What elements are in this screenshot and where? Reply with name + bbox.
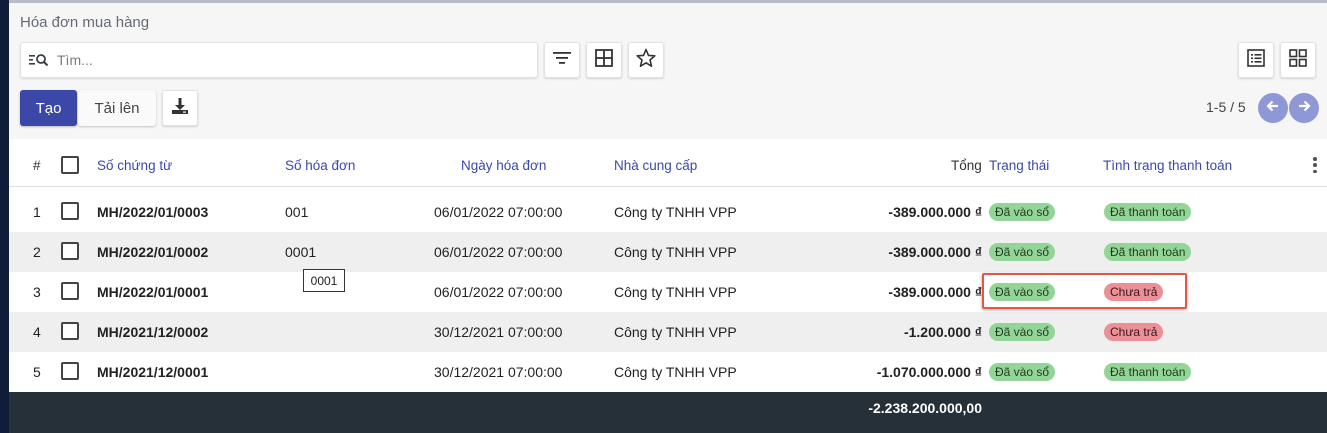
- table-footer: -2.238.200.000,00: [9, 392, 1327, 433]
- footer-total: -2.238.200.000,00: [868, 400, 982, 416]
- status-badge: Đã vào sổ: [989, 203, 1056, 221]
- column-options-icon[interactable]: [1313, 157, 1317, 173]
- invoice-date: 30/12/2021 07:00:00: [434, 324, 563, 340]
- table-header: # Số chứng từ Số hóa đơn Ngày hóa đơn Nh…: [9, 139, 1327, 187]
- kanban-view-button[interactable]: [1280, 42, 1316, 78]
- header-index: #: [33, 158, 41, 173]
- pager-previous-button[interactable]: [1258, 93, 1288, 123]
- header-doc-no[interactable]: Số chứng từ: [97, 158, 172, 173]
- download-icon: [171, 97, 189, 120]
- row-index: 3: [33, 284, 41, 300]
- filter-icon: [553, 51, 571, 70]
- supplier: Công ty TNHH VPP: [614, 204, 737, 220]
- total-amount: -1.200.000 ₫: [903, 324, 982, 340]
- invoice-no: 001: [285, 204, 309, 220]
- filter-button[interactable]: [544, 42, 580, 78]
- total-amount: -389.000.000 ₫: [888, 244, 982, 260]
- purchase-invoice-page: Hóa đơn mua hàng Tìm... Tạo Tải lên 1-5 …: [9, 0, 1327, 433]
- upload-button[interactable]: Tải lên: [78, 90, 156, 126]
- doc-no: MH/2022/01/0002: [97, 244, 209, 260]
- header-supplier[interactable]: Nhà cung cấp: [614, 158, 697, 173]
- header-invoice-no[interactable]: Số hóa đơn: [285, 158, 355, 173]
- row-index: 4: [33, 324, 41, 340]
- search-icon: [21, 52, 57, 68]
- invoice-date: 06/01/2022 07:00:00: [434, 284, 563, 300]
- doc-no: MH/2021/12/0001: [97, 364, 209, 380]
- row-index: 1: [33, 204, 41, 220]
- star-icon: [636, 48, 656, 73]
- group-by-icon: [595, 48, 613, 72]
- top-divider: [9, 0, 1327, 3]
- total-amount: -389.000.000 ₫: [888, 204, 982, 220]
- select-all-checkbox[interactable]: [61, 156, 79, 174]
- status-badge: Đã vào sổ: [989, 363, 1056, 381]
- row-checkbox[interactable]: [61, 282, 79, 300]
- arrow-right-icon: [1297, 99, 1311, 118]
- payment-status-badge: Đã thanh toán: [1104, 203, 1192, 221]
- supplier: Công ty TNHH VPP: [614, 284, 737, 300]
- table-row[interactable]: 5 MH/2021/12/0001 30/12/2021 07:00:00 Cô…: [9, 352, 1327, 392]
- row-index: 5: [33, 364, 41, 380]
- total-amount: -1.070.000.000 ₫: [876, 364, 982, 380]
- pager-value[interactable]: 1-5 / 5: [1206, 99, 1246, 115]
- invoice-date: 06/01/2022 07:00:00: [434, 204, 563, 220]
- row-checkbox[interactable]: [61, 202, 79, 220]
- row-checkbox[interactable]: [61, 322, 79, 340]
- table-row[interactable]: 1 MH/2022/01/0003 001 06/01/2022 07:00:0…: [9, 192, 1327, 232]
- arrow-left-icon: [1266, 99, 1280, 118]
- payment-status-highlight: [982, 273, 1187, 309]
- payment-status-badge: Chưa trả: [1104, 323, 1164, 341]
- invoice-no: 0001: [285, 244, 317, 260]
- list-view-icon: [1247, 48, 1265, 72]
- doc-no: MH/2022/01/0001: [97, 284, 209, 300]
- supplier: Công ty TNHH VPP: [614, 364, 737, 380]
- invoice-date: 06/01/2022 07:00:00: [434, 244, 563, 260]
- invoice-table: # Số chứng từ Số hóa đơn Ngày hóa đơn Nh…: [9, 139, 1327, 433]
- create-button[interactable]: Tạo: [20, 90, 77, 126]
- payment-status-badge: Đã thanh toán: [1104, 243, 1192, 261]
- header-invoice-date[interactable]: Ngày hóa đơn: [461, 158, 546, 173]
- status-badge: Đã vào sổ: [989, 323, 1056, 341]
- row-checkbox[interactable]: [61, 362, 79, 380]
- doc-no: MH/2022/01/0003: [97, 204, 209, 220]
- payment-status-badge: Đã thanh toán: [1104, 363, 1192, 381]
- header-payment-status[interactable]: Tình trạng thanh toán: [1103, 158, 1232, 173]
- supplier: Công ty TNHH VPP: [614, 324, 737, 340]
- header-total[interactable]: Tổng: [951, 158, 982, 173]
- table-row[interactable]: 2 MH/2022/01/0002 0001 06/01/2022 07:00:…: [9, 232, 1327, 272]
- search-input[interactable]: [57, 52, 517, 68]
- list-view-button[interactable]: [1238, 42, 1274, 78]
- total-amount: -389.000.000 ₫: [888, 284, 982, 300]
- pager-next-button[interactable]: [1289, 93, 1319, 123]
- header-status[interactable]: Trạng thái: [989, 158, 1049, 173]
- supplier: Công ty TNHH VPP: [614, 244, 737, 260]
- invoice-date: 30/12/2021 07:00:00: [434, 364, 563, 380]
- favorite-button[interactable]: [628, 42, 664, 78]
- invoice-no-tooltip: 0001: [303, 269, 345, 292]
- status-badge: Đã vào sổ: [989, 243, 1056, 261]
- table-row[interactable]: 4 MH/2021/12/0002 30/12/2021 07:00:00 Cô…: [9, 312, 1327, 352]
- row-checkbox[interactable]: [61, 242, 79, 260]
- row-index: 2: [33, 244, 41, 260]
- download-button[interactable]: [162, 90, 198, 126]
- kanban-view-icon: [1289, 48, 1307, 72]
- search-bar[interactable]: [20, 42, 538, 78]
- group-by-button[interactable]: [586, 42, 622, 78]
- breadcrumb: Hóa đơn mua hàng: [20, 14, 150, 31]
- doc-no: MH/2021/12/0002: [97, 324, 209, 340]
